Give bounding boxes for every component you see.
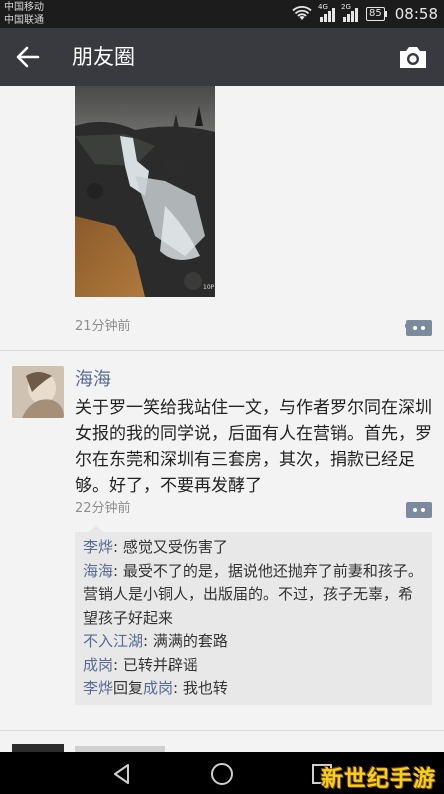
comment-text: 我也转	[182, 679, 228, 697]
comment-author[interactable]: 不入江湖	[83, 632, 143, 650]
comment-author[interactable]: 李烨	[83, 679, 113, 697]
comment-text: 满满的套路	[152, 632, 228, 650]
post-author-name[interactable]: 海海	[75, 368, 111, 392]
comment-button[interactable]	[402, 318, 433, 338]
page-title: 朋友圈	[72, 45, 135, 69]
circle-home-icon	[211, 763, 233, 785]
comment-text: 已转并辟谣	[122, 655, 198, 674]
comment-sep: :	[173, 679, 183, 697]
nav-home-button[interactable]	[210, 762, 234, 786]
comment-dots-icon	[406, 502, 432, 518]
status-bar: 中国移动 中国联通 4G 2G 85 08:58	[0, 0, 444, 28]
comment-list-pointer	[89, 525, 103, 532]
status-icons: 4G 2G 85 08:58	[292, 0, 438, 28]
back-button[interactable]	[14, 43, 42, 71]
avatar[interactable]	[12, 366, 64, 418]
watermark-logo: 新世纪手游	[320, 767, 436, 792]
signal-2g-icon: 2G	[341, 3, 359, 22]
comment-item[interactable]: 李烨回复成岗: 我也转	[83, 677, 424, 701]
net-tag-4g: 4G	[318, 3, 328, 11]
comment-dots-icon	[402, 320, 432, 336]
camera-icon	[400, 47, 426, 68]
comment-sep: :	[143, 632, 153, 650]
comment-list: 李烨: 感觉又受伤害了 海海: 最受不了的是，据说他还抛弃了前妻和孩子。营销人是…	[75, 525, 432, 705]
post-divider	[0, 730, 444, 731]
carrier-labels: 中国移动 中国联通	[4, 1, 44, 27]
waterfall-image: 10P	[75, 86, 215, 297]
reply-word: 回复	[113, 679, 144, 697]
net-tag-2g: 2G	[341, 3, 351, 11]
comment-item[interactable]: 不入江湖: 满满的套路	[83, 630, 424, 654]
comment-text: 最受不了的是，据说他还抛弃了前妻和孩子。营销人是小铜人，出版届的。不过，孩子无辜…	[83, 561, 423, 627]
post-time: 21分钟前	[75, 319, 131, 334]
battery-level: 85	[366, 7, 385, 21]
system-nav-bar: 新世纪手游	[0, 752, 444, 794]
wifi-icon	[292, 6, 312, 20]
comment-item[interactable]: 成岗: 已转并辟谣	[83, 654, 424, 678]
status-time: 08:58	[394, 5, 438, 23]
comment-sep: :	[113, 655, 123, 674]
post-time: 22分钟前	[75, 501, 131, 516]
triangle-back-icon	[114, 764, 129, 784]
post-divider	[0, 350, 444, 351]
comment-author[interactable]: 成岗	[83, 656, 113, 674]
carrier-2: 中国联通	[4, 15, 44, 26]
camera-button[interactable]	[398, 44, 428, 70]
comment-sep: :	[113, 561, 123, 580]
avatar-image	[12, 366, 64, 418]
comment-button[interactable]	[405, 500, 433, 520]
moments-feed[interactable]: 10P 21分钟前 海海 关于罗一笑给我站住一文，与作者罗尔同在深圳女报的我的同…	[0, 86, 444, 752]
comment-item[interactable]: 海海: 最受不了的是，据说他还抛弃了前妻和孩子。营销人是小铜人，出版届的。不过，…	[83, 560, 424, 631]
comment-text: 感觉又受伤害了	[122, 538, 228, 556]
post-photo-waterfall[interactable]: 10P	[75, 86, 215, 297]
photo-count-label: 10P	[203, 284, 215, 291]
signal-4g-icon: 4G	[318, 3, 336, 22]
battery-icon: 85	[366, 7, 387, 21]
title-bar: 朋友圈	[0, 28, 444, 86]
nav-back-button[interactable]	[110, 762, 134, 786]
reply-target[interactable]: 成岗	[143, 679, 173, 697]
comment-item[interactable]: 李烨: 感觉又受伤害了	[83, 536, 424, 560]
avatar[interactable]	[12, 744, 64, 752]
comment-author[interactable]: 海海	[83, 562, 113, 580]
arrow-left-icon	[16, 46, 40, 68]
comment-author[interactable]: 李烨	[83, 538, 113, 556]
post-text: 关于罗一笑给我站住一文，与作者罗尔同在深圳女报的我的同学说，后面有人在营销。首先…	[75, 398, 432, 496]
comment-sep: :	[113, 538, 123, 556]
carrier-1: 中国移动	[4, 2, 44, 13]
